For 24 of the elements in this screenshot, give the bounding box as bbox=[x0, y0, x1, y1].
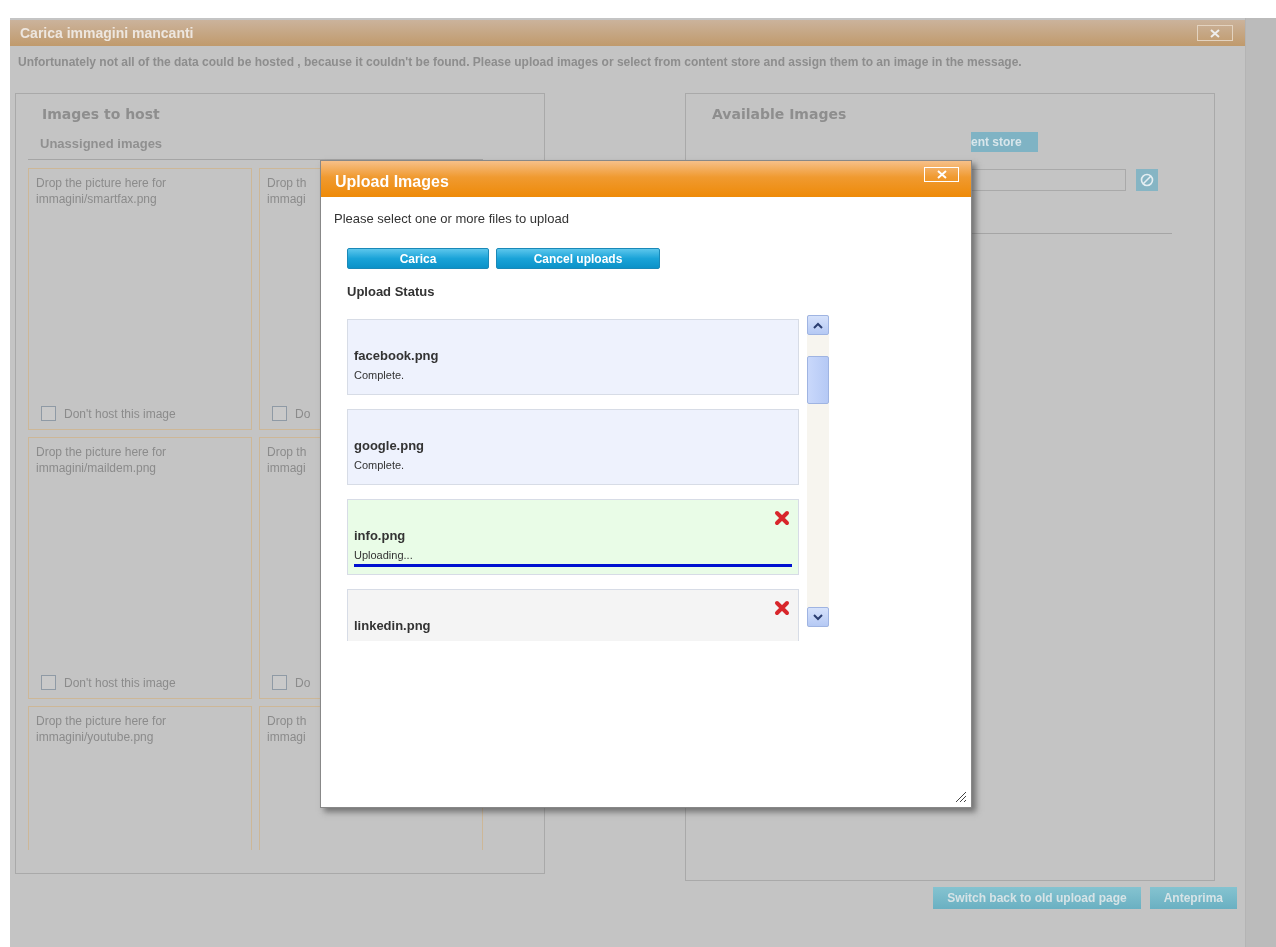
file-path: immagi bbox=[267, 191, 306, 207]
file-path: immagini/youtube.png bbox=[36, 729, 154, 745]
checkbox-label: Do bbox=[295, 406, 311, 421]
checkbox-label: Don't host this image bbox=[64, 675, 176, 690]
upload-status: Uploading... bbox=[354, 549, 414, 561]
upload-prompt: Please select one or more files to upload bbox=[334, 211, 570, 226]
file-path: immagi bbox=[267, 729, 306, 745]
drop-hint: Drop the picture here for bbox=[36, 175, 167, 191]
drop-hint: Drop the picture here for bbox=[36, 713, 167, 729]
file-name: linkedin.png bbox=[354, 618, 432, 633]
upload-status: Complete. bbox=[354, 459, 406, 471]
dialog-title: Carica immagini mancanti bbox=[20, 25, 194, 41]
file-name: facebook.png bbox=[354, 348, 440, 363]
file-path: immagi bbox=[267, 460, 306, 476]
drop-hint: Drop the picture here for bbox=[36, 444, 167, 460]
file-path: immagini/maildem.png bbox=[36, 460, 157, 476]
file-path: immagini/smartfax.png bbox=[36, 191, 157, 207]
status-heading: Upload Status bbox=[347, 284, 436, 299]
file-name: google.png bbox=[354, 438, 426, 453]
checkbox-label: Do bbox=[295, 675, 311, 690]
file-name: info.png bbox=[354, 528, 407, 543]
upload-status: Complete. bbox=[354, 369, 406, 381]
checkbox-label: Don't host this image bbox=[64, 406, 176, 421]
upload-dialog-title: Upload Images bbox=[335, 173, 449, 191]
